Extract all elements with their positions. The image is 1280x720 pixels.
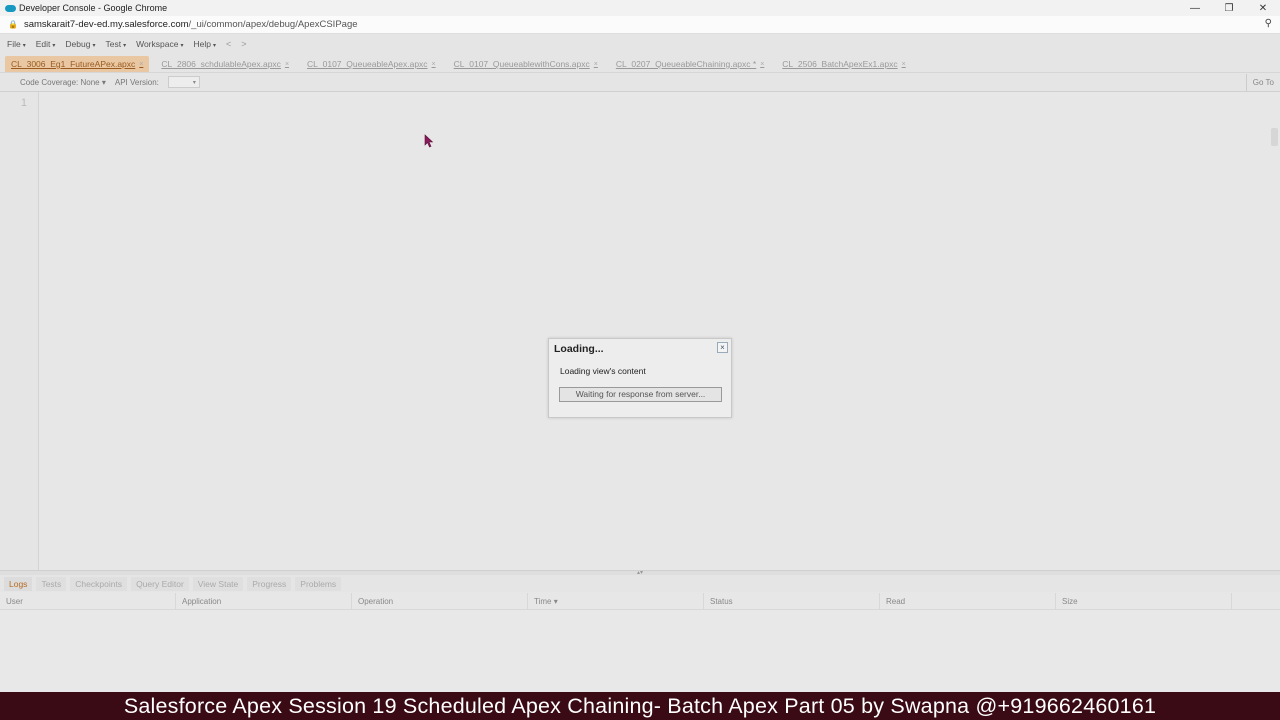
code-coverage-label: Code Coverage: None	[20, 77, 100, 87]
window-title: Developer Console - Google Chrome	[19, 3, 168, 13]
menu-label: Test	[105, 38, 122, 49]
editor-scrollbar[interactable]	[1271, 128, 1278, 146]
tab-query-editor[interactable]: Query Editor	[131, 576, 189, 591]
chevron-down-icon: ▾	[52, 42, 56, 49]
tab-view-state[interactable]: View State	[192, 576, 244, 591]
chevron-down-icon: ▾	[212, 42, 216, 49]
menu-label: File	[7, 38, 21, 49]
restore-icon[interactable]: ❐	[1212, 0, 1246, 16]
tab-queueable-apex[interactable]: CL_0107_QueueableApex.apxc ×	[301, 56, 442, 72]
tab-label: CL_2806_schdulableApex.apxc	[161, 59, 281, 69]
menu-edit[interactable]: Edit ▾	[36, 39, 56, 49]
dialog-message: Loading view's content	[560, 366, 646, 376]
tab-queueable-with-cons[interactable]: CL_0107_QueueablewithCons.apxc ×	[448, 56, 604, 72]
close-icon[interactable]: ×	[902, 61, 906, 68]
chevron-down-icon: ▾	[101, 77, 106, 87]
chevron-down-icon: ▾	[123, 42, 127, 49]
editor-toolbar: Code Coverage: None ▾ API Version: ▾ Go …	[0, 72, 1280, 92]
bottom-panel-tabs: Logs Tests Checkpoints Query Editor View…	[0, 575, 1280, 592]
close-icon[interactable]: ✕	[1246, 0, 1280, 16]
chevron-down-icon: ▾	[22, 42, 26, 49]
video-caption: Salesforce Apex Session 19 Scheduled Ape…	[0, 692, 1280, 720]
code-coverage-dropdown[interactable]: Code Coverage: None ▾	[20, 78, 106, 87]
lock-icon[interactable]: 🔒	[8, 20, 18, 29]
tab-label: CL_3006_Eg1_FutureAPex.apxc	[11, 59, 136, 69]
tab-progress[interactable]: Progress	[247, 576, 292, 591]
tab-label: CL_0207_QueueableChaining.apxc *	[615, 59, 757, 69]
menu-label: Workspace	[136, 38, 179, 49]
close-icon[interactable]: ×	[717, 342, 728, 353]
tab-schedulable-apex[interactable]: CL_2806_schdulableApex.apxc ×	[155, 56, 295, 72]
url-path: /_ui/common/apex/debug/ApexCSIPage	[188, 19, 358, 30]
menu-label: Debug	[65, 38, 91, 49]
menu-help[interactable]: Help ▾	[193, 39, 216, 49]
back-icon[interactable]: <	[226, 39, 231, 49]
close-icon[interactable]: ×	[760, 61, 764, 68]
menu-debug[interactable]: Debug ▾	[65, 39, 95, 49]
zoom-icon[interactable]: ⚲	[1265, 18, 1272, 29]
chevron-down-icon: ▾	[180, 42, 184, 49]
tab-label: CL_0107_QueueableApex.apxc	[307, 59, 428, 69]
menu-label: Edit	[35, 38, 51, 49]
salesforce-cloud-icon	[5, 4, 16, 12]
forward-icon[interactable]: >	[241, 39, 246, 49]
line-number: 1	[20, 97, 27, 109]
tab-queueable-chaining[interactable]: CL_0207_QueueableChaining.apxc * ×	[610, 56, 770, 72]
tab-batch-apex[interactable]: CL_2506_BatchApexEx1.apxc ×	[776, 56, 911, 72]
column-operation[interactable]: Operation	[352, 593, 528, 609]
menu-test[interactable]: Test ▾	[105, 39, 126, 49]
loading-dialog: Loading... × Loading view's content Wait…	[548, 338, 732, 418]
tab-checkpoints[interactable]: Checkpoints	[70, 576, 128, 591]
dialog-title: Loading...	[554, 343, 604, 355]
menu-label: Help	[193, 38, 211, 49]
file-tab-bar: CL_3006_Eg1_FutureAPex.apxc × CL_2806_sch…	[0, 53, 1280, 72]
api-version-select[interactable]: ▾	[167, 76, 200, 88]
window-titlebar: Developer Console - Google Chrome — ❐ ✕	[0, 0, 1280, 16]
menu-bar: File ▾ Edit ▾ Debug ▾ Test ▾ Workspace ▾ Help…	[0, 34, 1280, 53]
logs-table-header: User Application Operation Time ▾ Status…	[0, 593, 1280, 610]
chevron-down-icon: ▾	[192, 79, 196, 86]
api-version-label: API Version:	[114, 77, 159, 87]
tab-label: CL_0107_QueueablewithCons.apxc	[453, 59, 590, 69]
line-gutter: 1	[0, 92, 39, 570]
address-bar[interactable]: 🔒 samskarait7-dev-ed.my.salesforce.com/_…	[0, 16, 1280, 34]
logs-table-body	[0, 610, 1280, 692]
url-host: samskarait7-dev-ed.my.salesforce.com	[23, 19, 189, 30]
minimize-icon[interactable]: —	[1178, 0, 1212, 16]
menu-workspace[interactable]: Workspace ▾	[136, 39, 183, 49]
column-read[interactable]: Read	[880, 593, 1056, 609]
mouse-cursor-icon	[424, 134, 434, 148]
column-user[interactable]: User	[0, 593, 176, 609]
tab-problems[interactable]: Problems	[295, 576, 342, 591]
chevron-down-icon: ▾	[92, 42, 96, 49]
progress-bar: Waiting for response from server...	[559, 387, 722, 402]
tab-tests[interactable]: Tests	[36, 576, 67, 591]
column-time[interactable]: Time ▾	[528, 593, 704, 609]
close-icon[interactable]: ×	[285, 61, 289, 68]
tab-logs[interactable]: Logs	[4, 576, 33, 591]
url-text[interactable]: samskarait7-dev-ed.my.salesforce.com/_ui…	[24, 19, 358, 30]
menu-file[interactable]: File ▾	[7, 39, 26, 49]
tab-future-apex[interactable]: CL_3006_Eg1_FutureAPex.apxc ×	[5, 56, 150, 72]
column-size[interactable]: Size	[1056, 593, 1232, 609]
column-status[interactable]: Status	[704, 593, 880, 609]
close-icon[interactable]: ×	[432, 61, 436, 68]
window-controls: — ❐ ✕	[1178, 0, 1280, 16]
tab-label: CL_2506_BatchApexEx1.apxc	[782, 59, 898, 69]
close-icon[interactable]: ×	[594, 61, 598, 68]
code-editor[interactable]: 1	[0, 92, 1280, 570]
close-icon[interactable]: ×	[139, 61, 143, 68]
column-application[interactable]: Application	[176, 593, 352, 609]
goto-button[interactable]: Go To	[1245, 74, 1280, 91]
